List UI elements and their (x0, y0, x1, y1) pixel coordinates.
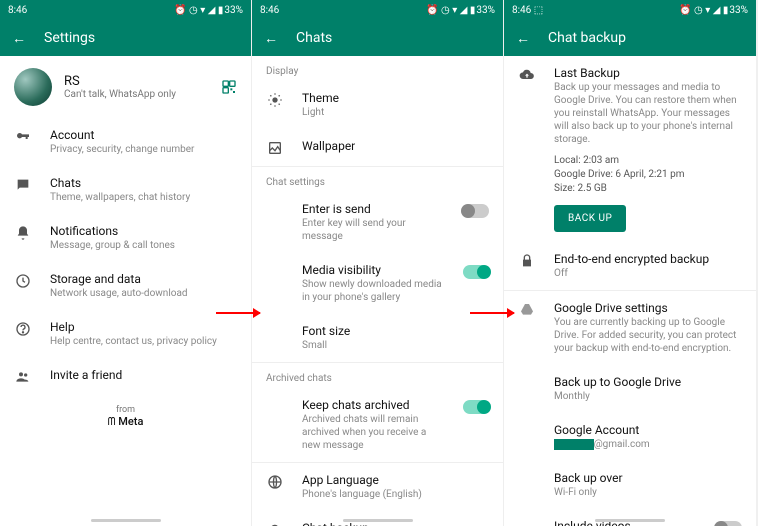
cloud-up-icon (266, 522, 284, 526)
backup-button[interactable]: BACK UP (554, 205, 626, 232)
phone-settings: 8:46 ⏰ ◷ ▾ ◢ ▮33% ← Settings RS Can't ta… (0, 0, 252, 526)
status-bar: 8:46 ⬚ ⏰ ◷ ▾ ◢ ▮33% (504, 0, 756, 20)
toggle-enter[interactable] (463, 204, 489, 218)
status-bar: 8:46 ⏰ ◷ ▾ ◢ ▮33% (0, 0, 251, 20)
chats-theme[interactable]: ThemeLight (252, 81, 503, 129)
app-bar: ← Chats (252, 20, 503, 56)
last-backup: Last Backup Back up your messages and me… (504, 56, 756, 242)
section-archived: Archived chats (252, 363, 503, 388)
status-icons: ⏰ ◷ ▾ ◢ ▮33% (679, 5, 748, 16)
nav-bar[interactable] (91, 519, 161, 522)
nav-bar[interactable] (595, 519, 665, 522)
chats-keep-archived[interactable]: Keep chats archivedArchived chats will r… (252, 388, 503, 462)
arrow-annotation (470, 312, 514, 314)
clock: 8:46 (260, 5, 279, 16)
chats-media[interactable]: Media visibilityShow newly downloaded me… (252, 253, 503, 314)
back-icon[interactable]: ← (516, 30, 530, 47)
drive-icon (518, 302, 536, 318)
nav-bar[interactable] (343, 519, 413, 522)
page-title: Settings (44, 30, 95, 46)
people-icon (14, 369, 32, 385)
gdrive-settings: Google Drive settingsYou are currently b… (504, 291, 756, 365)
chats-wallpaper[interactable]: Wallpaper (252, 129, 503, 166)
phone-backup: 8:46 ⬚ ⏰ ◷ ▾ ◢ ▮33% ← Chat backup Last B… (504, 0, 756, 526)
chats-font[interactable]: Font sizeSmall (252, 314, 503, 362)
toggle-keep[interactable] (463, 400, 489, 414)
status-bar: 8:46 ⏰ ◷ ▾ ◢ ▮33% (252, 0, 503, 20)
app-bar: ← Chat backup (504, 20, 756, 56)
app-bar: ← Settings (0, 20, 251, 56)
help-icon (14, 321, 32, 337)
lock-icon (518, 253, 536, 269)
chats-language[interactable]: App LanguagePhone's language (English) (252, 463, 503, 511)
status-icons: ⏰ ◷ ▾ ◢ ▮33% (426, 5, 495, 16)
settings-account[interactable]: AccountPrivacy, security, change number (0, 118, 251, 166)
back-icon[interactable]: ← (12, 30, 26, 47)
clock: 8:46 ⬚ (512, 5, 543, 16)
page-title: Chats (296, 30, 332, 46)
avatar (14, 68, 52, 106)
status-icons: ⏰ ◷ ▾ ◢ ▮33% (174, 5, 243, 16)
profile-status: Can't talk, WhatsApp only (64, 89, 209, 100)
include-videos[interactable]: Include videos (504, 509, 756, 526)
google-account[interactable]: Google Account xxxxxxxx@gmail.com (504, 413, 756, 461)
chat-icon (14, 177, 32, 193)
e2e-backup[interactable]: End-to-end encrypted backupOff (504, 242, 756, 290)
from-label: from (0, 405, 251, 415)
storage-icon (14, 273, 32, 289)
backup-freq[interactable]: Back up to Google DriveMonthly (504, 365, 756, 413)
settings-notifications[interactable]: NotificationsMessage, group & call tones (0, 214, 251, 262)
clock: 8:46 (8, 5, 27, 16)
globe-icon (266, 474, 284, 490)
key-icon (14, 129, 32, 145)
arrow-annotation (216, 312, 260, 314)
section-display: Display (252, 56, 503, 81)
settings-storage[interactable]: Storage and dataNetwork usage, auto-down… (0, 262, 251, 310)
settings-chats[interactable]: ChatsTheme, wallpapers, chat history (0, 166, 251, 214)
theme-icon (266, 92, 284, 108)
toggle-media[interactable] (463, 265, 489, 279)
toggle-videos[interactable] (716, 521, 742, 526)
settings-help[interactable]: HelpHelp centre, contact us, privacy pol… (0, 310, 251, 358)
qr-icon[interactable] (221, 79, 237, 95)
phone-chats: 8:46 ⏰ ◷ ▾ ◢ ▮33% ← Chats Display ThemeL… (252, 0, 504, 526)
bell-icon (14, 225, 32, 241)
page-title: Chat backup (548, 30, 626, 46)
profile-name: RS (64, 74, 209, 89)
wallpaper-icon (266, 140, 284, 156)
settings-invite[interactable]: Invite a friend (0, 358, 251, 395)
cloud-up-icon (518, 67, 536, 83)
meta-logo: ᗰ Meta (0, 415, 251, 429)
chats-enter[interactable]: Enter is sendEnter key will send your me… (252, 192, 503, 253)
back-icon[interactable]: ← (264, 30, 278, 47)
section-chatset: Chat settings (252, 167, 503, 192)
backup-over[interactable]: Back up overWi-Fi only (504, 461, 756, 509)
profile-row[interactable]: RS Can't talk, WhatsApp only (0, 56, 251, 118)
